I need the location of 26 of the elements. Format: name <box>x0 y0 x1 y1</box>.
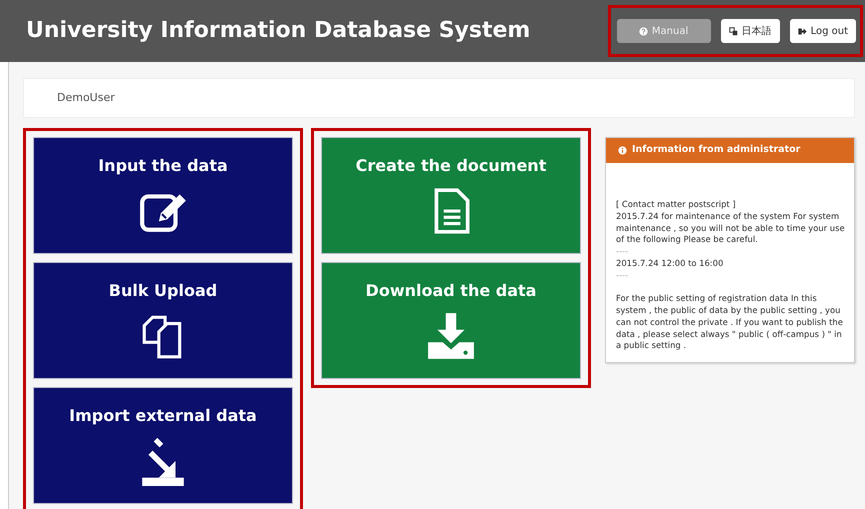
language-icon <box>728 26 738 36</box>
notice-text: ---- <box>616 246 630 258</box>
help-icon <box>638 26 648 36</box>
tile-label: Input the data <box>98 155 228 177</box>
menu-tile[interactable]: Input the data <box>33 137 293 254</box>
tile-label: Download the data <box>366 280 536 302</box>
menu-tile[interactable]: Import external data <box>33 387 293 504</box>
notice-text: 2015.7.24 12:00 to 16:00 <box>616 258 724 270</box>
header-button[interactable]: Log out <box>790 19 856 43</box>
notice-text: [ Contact matter postscript ] <box>616 199 737 211</box>
download-icon <box>426 311 476 361</box>
page-title: University Information Database System <box>26 18 530 44</box>
panel-title: Information from administrator <box>632 143 800 158</box>
logout-icon <box>798 26 807 36</box>
username: DemoUser <box>57 90 115 106</box>
menu-tile[interactable]: Download the data <box>321 262 581 379</box>
header-button[interactable]: 日本語 <box>720 19 780 43</box>
tile-label: Import external data <box>69 405 257 427</box>
notice-text: ---- <box>616 270 630 282</box>
menu-tile[interactable]: Bulk Upload <box>33 262 293 379</box>
tile-label: Create the document <box>356 155 546 177</box>
info-icon <box>618 146 627 155</box>
menu-tile[interactable]: Create the document <box>321 137 581 254</box>
notice-text: For the public setting of registration data In this system , the public of data by the public setting , you can not control the private . If you want to publish the data , please select always " public ( off-campus ) " in a public setting . <box>616 293 844 352</box>
notice-text: 2015.7.24 for maintenance of the system For system maintenance , so you will not be able to time your use of the following Please be careful. <box>616 210 846 246</box>
tile-label: Bulk Upload <box>108 280 218 302</box>
